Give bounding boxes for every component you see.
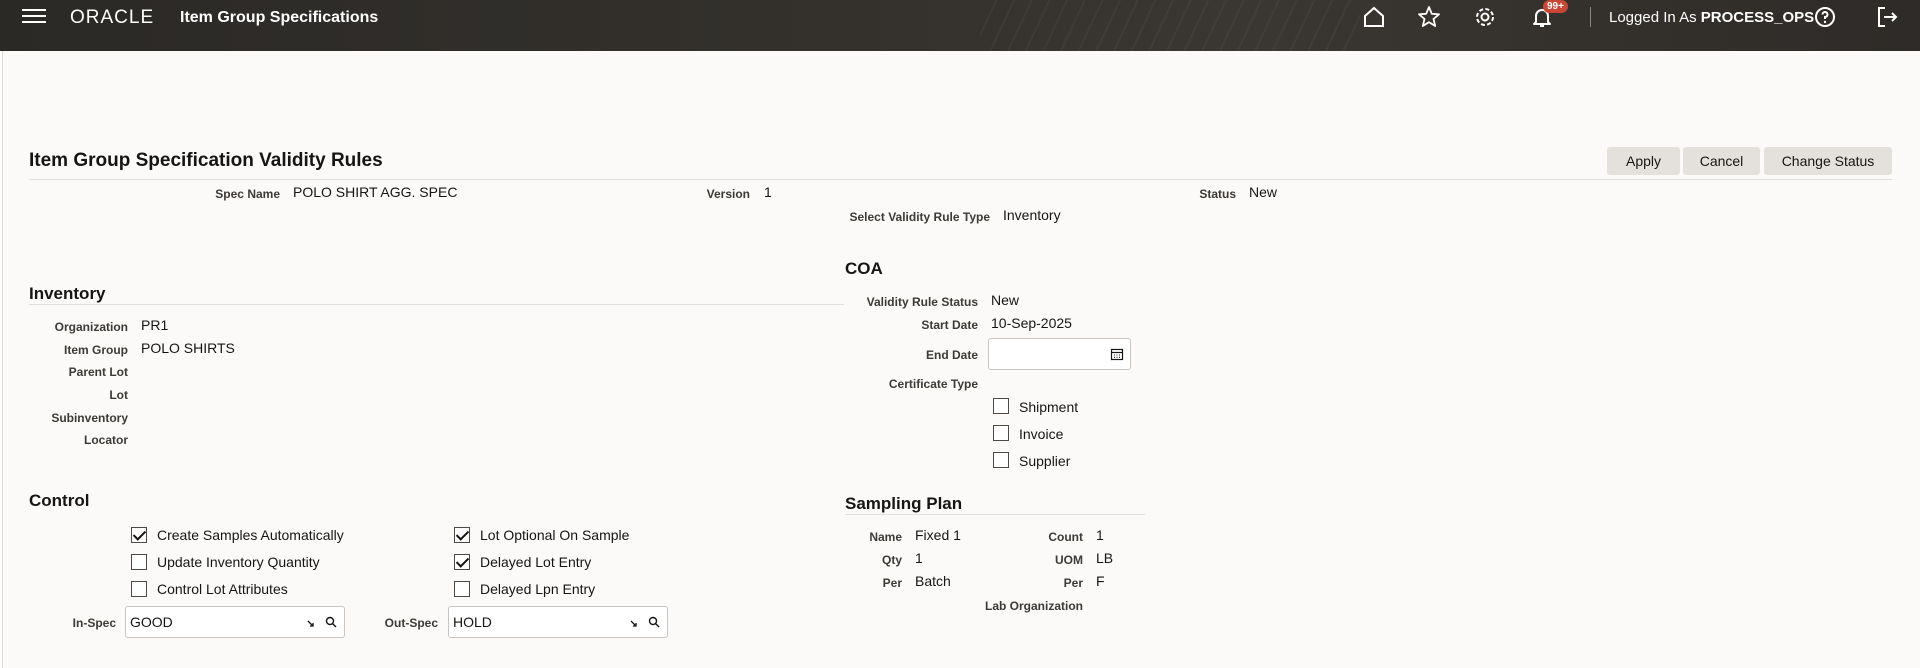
in-spec-input[interactable]: GOOD [125,606,345,638]
title-divider [29,179,1892,180]
apply-button[interactable]: Apply [1607,147,1680,175]
version-label: Version [706,187,750,201]
locator-label: Locator [83,433,128,447]
update-inventory-label: Update Inventory Quantity [157,554,320,570]
delayed-lpn-entry-checkbox[interactable] [454,581,470,597]
lot-optional-checkbox[interactable] [454,527,470,543]
status-value: New [1249,184,1278,200]
rule-type-label: Select Validity Rule Type [849,210,991,224]
delayed-lpn-entry-label: Delayed Lpn Entry [480,581,596,597]
star-icon[interactable] [1416,4,1442,30]
calendar-icon[interactable] [1110,347,1124,361]
menu-icon[interactable] [22,6,46,26]
inventory-divider [29,304,844,305]
dropdown-arrow-icon[interactable] [627,615,641,629]
status-label: Status [1199,187,1236,201]
validity-rule-status-value: New [991,292,1020,308]
delayed-lot-entry-checkbox[interactable] [454,554,470,570]
count-value: 1 [1096,527,1104,543]
supplier-label: Supplier [1019,453,1071,469]
dropdown-arrow-icon[interactable] [304,615,318,629]
lab-organization-label: Lab Organization [984,599,1083,613]
out-spec-value: HOLD [453,614,492,630]
app-title: Item Group Specifications [180,9,379,26]
header-bar: ORACLE Item Group Specifications 99+ Log… [0,0,1920,51]
lot-label: Lot [109,388,128,402]
create-samples-label: Create Samples Automatically [157,527,344,543]
inventory-section-title: Inventory [29,284,106,303]
sampling-name-label: Name [869,530,902,544]
search-icon[interactable] [647,615,661,629]
cancel-button[interactable]: Cancel [1683,147,1760,175]
logged-in-user: PROCESS_OPS [1700,9,1815,26]
qty-value: 1 [915,550,923,566]
spec-name-value: POLO SHIRT AGG. SPEC [293,184,458,200]
home-icon[interactable] [1361,4,1387,30]
shipment-checkbox[interactable] [993,398,1009,414]
invoice-label: Invoice [1019,426,1064,442]
lot-optional-label: Lot Optional On Sample [480,527,630,543]
end-date-input[interactable] [988,338,1131,370]
help-icon[interactable] [1812,4,1838,30]
subinventory-label: Subinventory [51,411,128,425]
logged-in-text: Logged In As PROCESS_OPS [1609,9,1814,26]
end-date-label: End Date [925,348,978,362]
version-value: 1 [764,184,772,200]
start-date-value: 10-Sep-2025 [991,315,1072,331]
uom-label: UOM [1055,553,1083,567]
supplier-checkbox[interactable] [993,452,1009,468]
header-divider [1590,7,1591,27]
update-inventory-checkbox[interactable] [131,554,147,570]
control-lot-attributes-checkbox[interactable] [131,581,147,597]
invoice-checkbox[interactable] [993,425,1009,441]
out-spec-label: Out-Spec [384,616,438,630]
search-icon[interactable] [324,615,338,629]
sign-out-icon[interactable] [1874,4,1900,30]
in-spec-value: GOOD [130,614,173,630]
notification-badge: 99+ [1543,0,1568,13]
oracle-logo: ORACLE [70,7,155,28]
start-date-label: Start Date [921,318,978,332]
item-group-value: POLO SHIRTS [141,340,235,356]
count-label: Count [1048,530,1083,544]
spec-name-label: Spec Name [215,187,280,201]
per-label: Per [882,576,902,590]
logged-in-prefix: Logged In As [1609,9,1697,26]
sampling-plan-divider [845,514,1145,515]
validity-rule-status-label: Validity Rule Status [866,295,978,309]
delayed-lot-entry-label: Delayed Lot Entry [480,554,592,570]
out-spec-input[interactable]: HOLD [448,606,668,638]
coa-section-title: COA [845,259,883,278]
page-title: Item Group Specification Validity Rules [29,150,383,171]
sampling-name-value: Fixed 1 [915,527,961,543]
organization-label: Organization [54,320,128,334]
shipment-label: Shipment [1019,399,1079,415]
create-samples-checkbox[interactable] [131,527,147,543]
in-spec-label: In-Spec [72,616,116,630]
sampling-plan-title: Sampling Plan [845,494,963,513]
certificate-type-label: Certificate Type [888,377,978,391]
organization-value: PR1 [141,317,169,333]
parent-lot-label: Parent Lot [68,365,128,379]
gear-icon[interactable] [1472,4,1498,30]
rule-type-value: Inventory [1003,207,1061,223]
change-status-button[interactable]: Change Status [1764,147,1892,175]
per2-value: F [1096,573,1105,589]
control-lot-attributes-label: Control Lot Attributes [157,581,288,597]
header-pattern [980,0,1360,51]
control-section-title: Control [29,491,90,510]
item-group-label: Item Group [63,343,128,357]
per2-label: Per [1063,576,1083,590]
per-value: Batch [915,573,951,589]
uom-value: LB [1096,550,1114,566]
qty-label: Qty [881,553,902,567]
